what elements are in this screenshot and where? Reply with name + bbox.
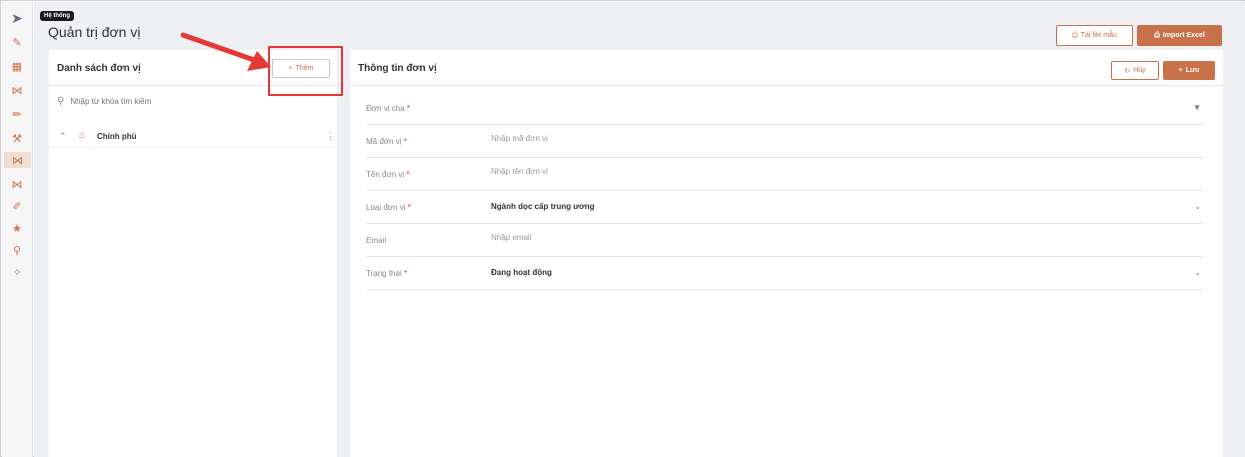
page-title: Quản trị đơn vị: [48, 24, 141, 40]
wrench-icon[interactable]: ⚒: [9, 130, 25, 146]
unit-info-title: Thông tin đơn vị: [358, 63, 437, 74]
unit-type-field[interactable]: Loại đơn vị * Ngành dọc cấp trung ương ⌄: [366, 191, 1203, 224]
unit-info-panel: Thông tin đơn vị ↻ Hủy + Lưu Đơn vị cha …: [350, 50, 1223, 457]
pencil-icon[interactable]: ✏: [9, 106, 25, 122]
unit-info-header: Thông tin đơn vị ↻ Hủy + Lưu: [350, 50, 1223, 86]
search-icon: ⚲: [57, 96, 65, 107]
star-icon[interactable]: ★: [9, 220, 25, 236]
edit-icon[interactable]: ✎: [9, 34, 25, 50]
unit-type-value: Ngành dọc cấp trung ương: [491, 202, 595, 211]
chevron-up-icon[interactable]: ⌃: [59, 131, 67, 142]
settings-icon[interactable]: ✧: [9, 264, 25, 280]
unit-search-input[interactable]: [70, 97, 271, 106]
brush-icon[interactable]: ✐: [9, 198, 25, 214]
caret-down-icon[interactable]: ▼: [1193, 103, 1201, 112]
import-excel-button[interactable]: ⎙ Import Excel: [1137, 25, 1222, 46]
unit-code-input[interactable]: [491, 134, 1091, 143]
status-field[interactable]: Trạng thái * Đang hoạt động ⌄: [366, 257, 1203, 290]
unit-search: ⚲: [57, 96, 271, 107]
tree-item[interactable]: ⌃ ⌂ Chính phủ ⋮: [49, 126, 337, 148]
printer-icon: ⎙: [1072, 31, 1078, 39]
save-button[interactable]: + Lưu: [1163, 61, 1215, 80]
tooltip: Hệ thống: [40, 11, 74, 21]
unit-list-title: Danh sách đơn vị: [57, 63, 141, 74]
cursor-icon: ➤: [11, 9, 23, 26]
cancel-button[interactable]: ↻ Hủy: [1111, 61, 1159, 80]
chevron-down-icon[interactable]: ⌄: [1194, 202, 1201, 211]
network-icon[interactable]: ⋈: [9, 176, 25, 192]
email-input[interactable]: [491, 233, 1091, 242]
email-field: Email: [366, 224, 1203, 257]
status-value: Đang hoạt động: [491, 268, 552, 277]
pointer-arrow-icon: [181, 32, 271, 71]
side-rail: ➤ ✎ ▦ ⋈ ✏ ⚒ ⋈ ⋈ ✐ ★ ⚲ ✧: [2, 2, 33, 457]
share-icon[interactable]: ⋈: [9, 82, 25, 98]
more-icon[interactable]: ⋮: [326, 131, 335, 142]
chevron-down-icon[interactable]: ⌄: [1194, 268, 1201, 277]
unit-name-field: Tên đơn vị *: [366, 158, 1203, 191]
unit-admin-icon[interactable]: ⋈: [4, 152, 31, 168]
printer-icon: ⎙: [1154, 31, 1160, 39]
tree-item-label: Chính phủ: [97, 132, 137, 141]
app-window: ➤ ✎ ▦ ⋈ ✏ ⚒ ⋈ ⋈ ✐ ★ ⚲ ✧ Hệ thống Quản tr…: [0, 0, 1245, 457]
unit-code-field: Mã đơn vị *: [366, 125, 1203, 158]
unit-name-input[interactable]: [491, 167, 1091, 176]
plus-icon: +: [1178, 67, 1183, 74]
download-template-button[interactable]: ⎙ Tải file mẫu: [1056, 25, 1133, 46]
unit-list-panel: Danh sách đơn vị ⚲ ⌃ ⌂ Chính phủ ⋮: [49, 50, 337, 457]
search-icon[interactable]: ⚲: [9, 242, 25, 258]
parent-unit-field[interactable]: Đơn vị cha * ▼: [366, 92, 1203, 125]
grid-icon[interactable]: ▦: [9, 58, 25, 74]
highlight-box: [268, 46, 343, 96]
home-icon: ⌂: [79, 130, 86, 141]
refresh-icon: ↻: [1124, 67, 1131, 75]
